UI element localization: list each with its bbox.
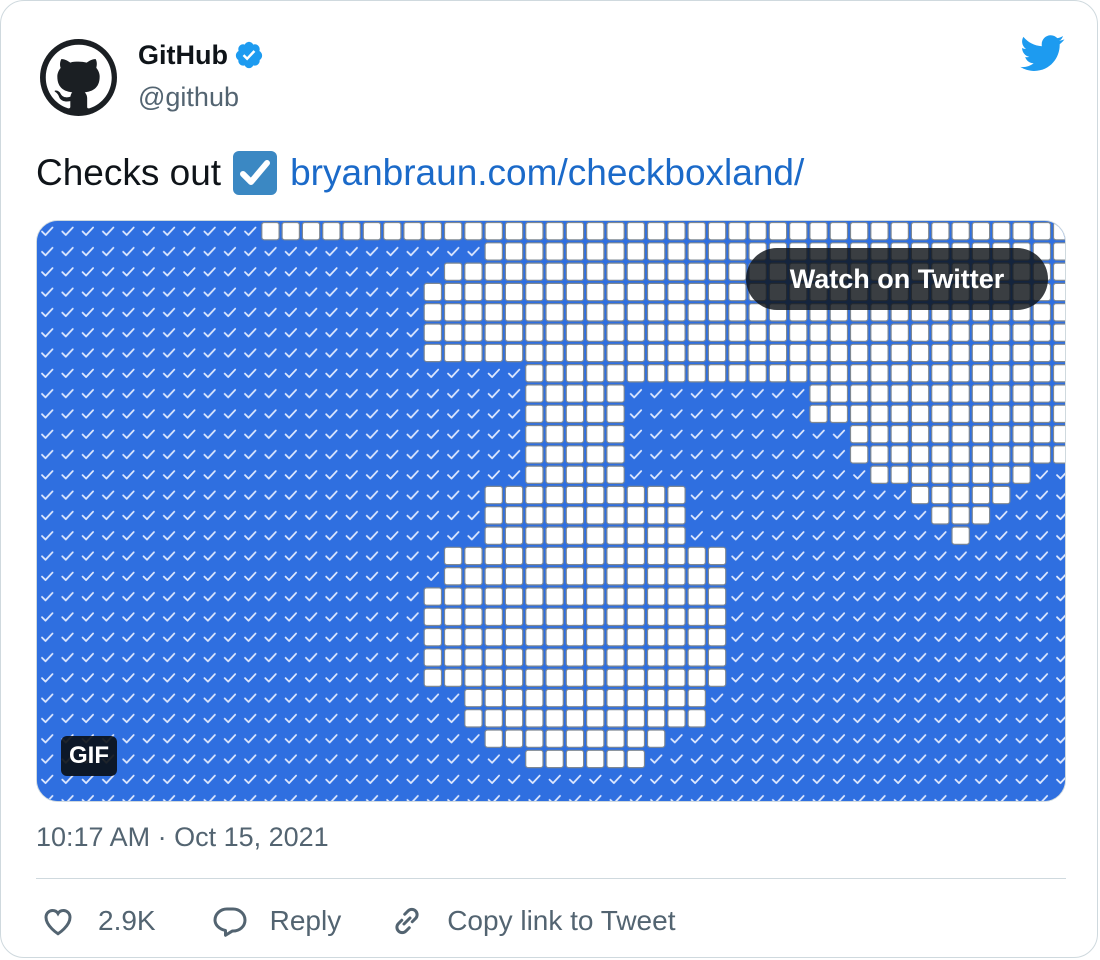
copy-link-label: Copy link to Tweet: [447, 905, 676, 936]
copy-link-button[interactable]: Copy link to Tweet: [389, 898, 675, 944]
tweet-text: Checks out bryanbraun.com/checkboxland/: [36, 149, 804, 197]
author-name[interactable]: GitHub: [138, 37, 228, 73]
tweet-link[interactable]: bryanbraun.com/checkboxland/: [290, 149, 804, 197]
ballot-box-check-icon: [233, 151, 278, 195]
author-handle[interactable]: @github: [138, 79, 239, 115]
watch-on-twitter-button[interactable]: Watch on Twitter: [746, 248, 1048, 310]
gif-badge: GIF: [61, 736, 117, 776]
tweet-media-gif[interactable]: Watch on Twitter GIF: [36, 220, 1066, 802]
github-octocat-icon: [45, 44, 112, 109]
tweet-actions: 2.9K Reply Copy link to Tweet: [36, 898, 675, 944]
tweet-card: GitHub @github Checks out bryanbraun.com…: [0, 0, 1098, 958]
like-button[interactable]: 2.9K: [40, 898, 156, 944]
link-icon: [395, 907, 419, 935]
avatar[interactable]: [40, 39, 117, 116]
reply-label: Reply: [269, 905, 342, 936]
divider: [36, 878, 1066, 879]
verified-badge-icon: [235, 41, 263, 69]
reply-button[interactable]: Reply: [212, 898, 342, 944]
heart-icon: [44, 908, 72, 936]
tweet-timestamp[interactable]: 10:17 AM · Oct 15, 2021: [36, 819, 329, 855]
reply-bubble-icon: [213, 907, 247, 937]
twitter-bird-icon[interactable]: [1019, 31, 1067, 75]
like-count: 2.9K: [98, 905, 156, 936]
author-name-row[interactable]: GitHub: [138, 37, 264, 73]
tweet-body: Checks out: [36, 152, 222, 193]
